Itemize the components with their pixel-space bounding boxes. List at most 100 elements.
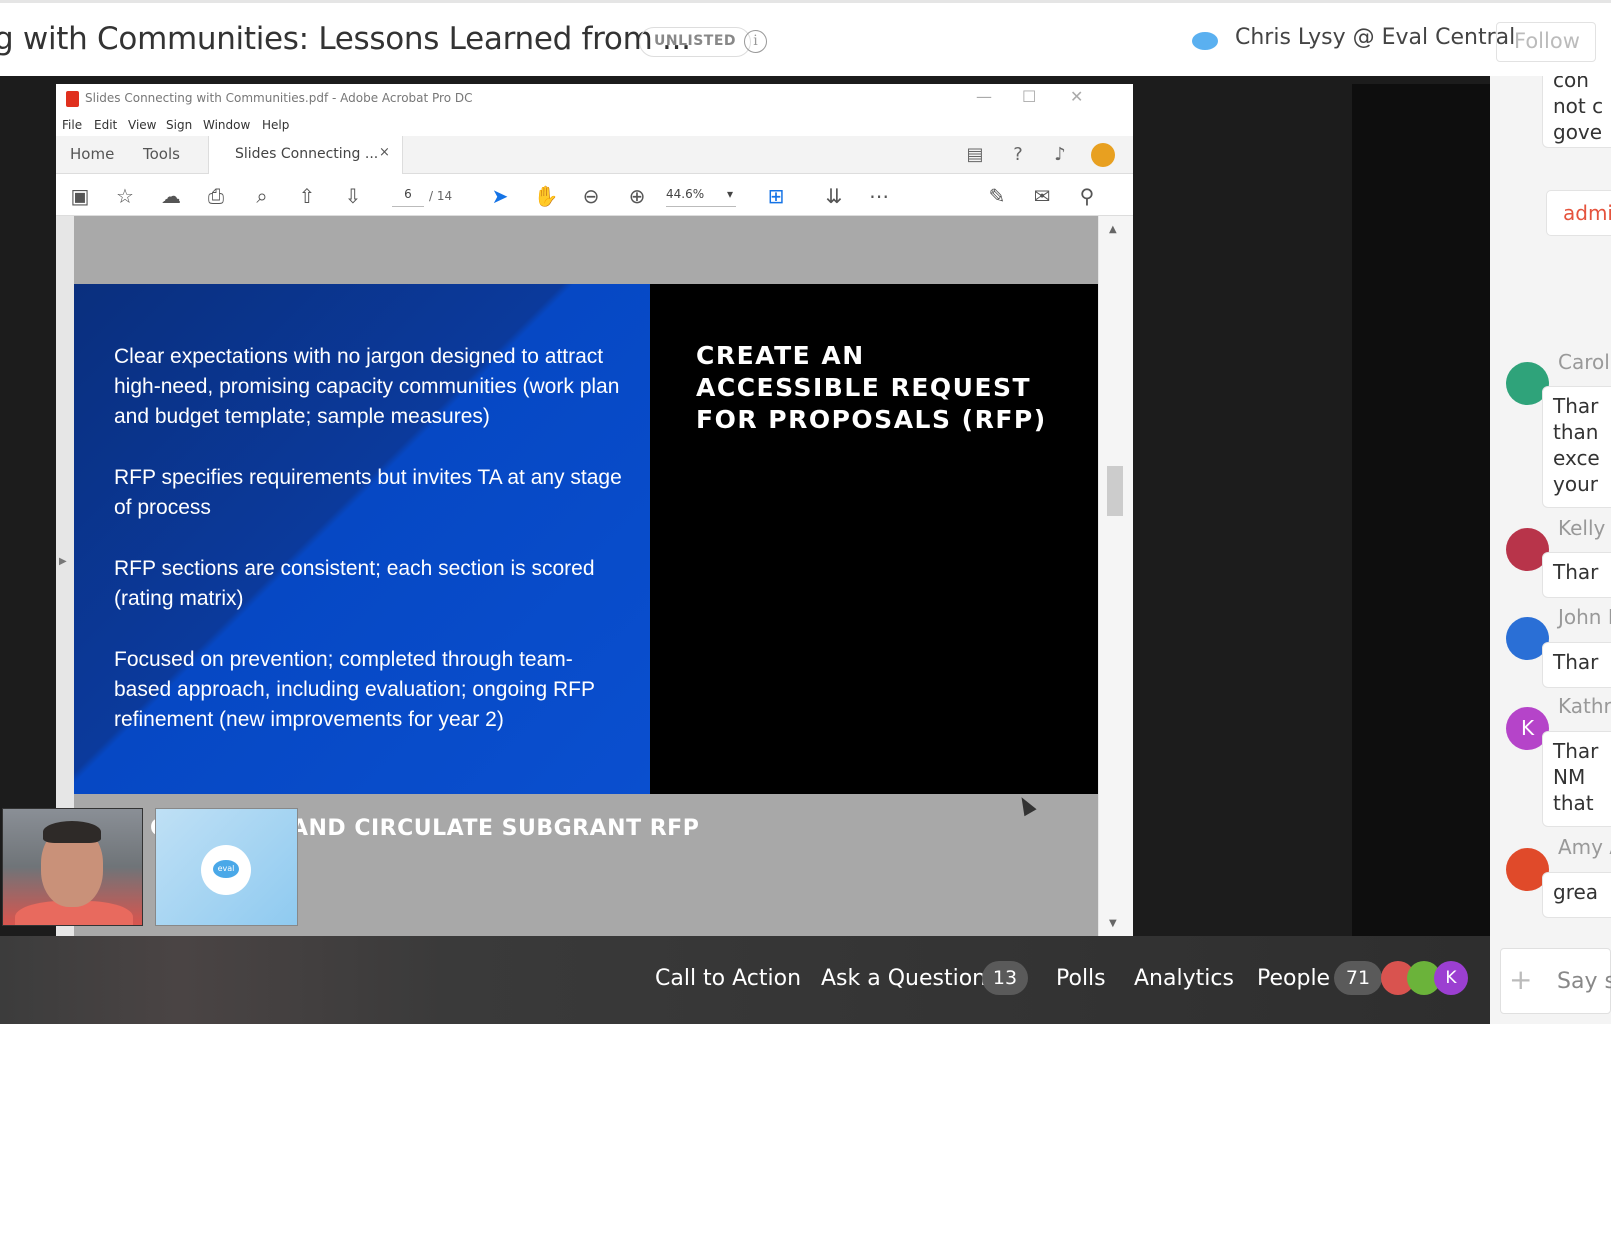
bottom-action-bar: Call to Action Ask a Question 13 Polls A… xyxy=(0,936,1490,1024)
hand-tool-icon[interactable]: ✋ xyxy=(533,183,559,209)
zoom-out-icon[interactable]: ⊖ xyxy=(578,183,604,209)
scroll-up-icon[interactable]: ▲ xyxy=(1109,224,1117,235)
left-panel-toggle-icon[interactable]: ▶ xyxy=(59,556,67,567)
slide-bullet: Focused on prevention; completed through… xyxy=(114,648,595,731)
acrobat-toolbar: ▣ ☆ ☁ ⎙ ⌕ ⇧ ⇩ 6 / 14 ➤ ✋ ⊖ ⊕ 44.6% ▾ ⊞ ⇊… xyxy=(56,174,1133,216)
page-total: / 14 xyxy=(429,189,453,203)
people-count-badge: 71 xyxy=(1334,961,1382,995)
menu-window[interactable]: Window xyxy=(203,118,250,132)
menu-edit[interactable]: Edit xyxy=(94,118,117,132)
slide-bullet: RFP specifies requirements but invites T… xyxy=(114,466,622,519)
ask-question-button[interactable]: Ask a Question xyxy=(821,966,986,991)
scrolling-mode-icon[interactable]: ⇊ xyxy=(821,183,847,209)
previous-page-area xyxy=(74,216,1098,284)
slide-heading: CREATE AN ACCESSIBLE REQUEST FOR PROPOSA… xyxy=(696,340,1047,436)
event-title: g with Communities: Lessons Learned from… xyxy=(0,21,691,57)
document-tab-label: Slides Connecting ... xyxy=(235,146,379,162)
add-attachment-icon[interactable]: + xyxy=(1509,963,1532,996)
polls-button[interactable]: Polls xyxy=(1056,966,1106,991)
maximize-icon[interactable]: ☐ xyxy=(1022,87,1036,106)
chat-username: Kathr xyxy=(1558,694,1611,718)
chat-message: Thar NM that xyxy=(1542,731,1611,827)
chat-input-placeholder: Say so xyxy=(1557,969,1611,994)
presenter-webcam[interactable] xyxy=(2,808,143,926)
share-user-icon[interactable]: ⚲ xyxy=(1074,183,1100,209)
email-icon[interactable]: ✉ xyxy=(1029,183,1055,209)
chat-message: Thar xyxy=(1542,642,1611,688)
tab-home[interactable]: Home xyxy=(70,145,114,163)
stage-side-panel xyxy=(1352,84,1490,936)
attendee-avatar[interactable]: K xyxy=(1434,961,1468,995)
acrobat-tab-bar: Home Tools Slides Connecting ... × ▤ ? ♪ xyxy=(56,136,1133,175)
scrollbar-thumb[interactable] xyxy=(1107,466,1123,516)
chat-message: con not c gove xyxy=(1542,76,1611,148)
chat-username: Amy A xyxy=(1558,835,1611,859)
page-number-input[interactable]: 6 xyxy=(392,187,424,207)
vertical-scrollbar[interactable]: ▲ ▼ xyxy=(1099,216,1133,936)
eval-central-tile-logo: eval xyxy=(201,845,251,895)
sign-pen-icon[interactable]: ✎ xyxy=(984,183,1010,209)
acrobat-titlebar: Slides Connecting with Communities.pdf -… xyxy=(56,84,1133,114)
chat-message: Thar than exce your xyxy=(1542,386,1611,508)
pdf-file-icon xyxy=(66,91,79,107)
slide-heading-line: FOR PROPOSALS (RFP) xyxy=(696,405,1047,434)
zoom-value: 44.6% xyxy=(666,187,705,201)
speech-bubble-icon: eval xyxy=(213,860,239,878)
next-page-icon[interactable]: ⇩ xyxy=(340,183,366,209)
save-icon[interactable]: ▣ xyxy=(67,183,93,209)
more-tools-icon[interactable]: ⋯ xyxy=(866,183,892,209)
slide-heading-line: ACCESSIBLE REQUEST xyxy=(696,373,1032,402)
chevron-down-icon: ▾ xyxy=(727,187,734,201)
zoom-in-icon[interactable]: ⊕ xyxy=(624,183,650,209)
minimize-icon[interactable]: — xyxy=(976,87,992,106)
chat-username: Caroli xyxy=(1558,350,1611,374)
unlisted-badge: UNLISTED xyxy=(639,27,752,57)
admin-label: admin xyxy=(1546,190,1611,236)
acrobat-menu-bar: File Edit View Sign Window Help xyxy=(56,114,1133,136)
comment-icon[interactable]: ▤ xyxy=(963,143,987,167)
chat-username: John E xyxy=(1558,605,1611,629)
bell-icon[interactable]: ♪ xyxy=(1048,143,1072,167)
chat-username: Kelly C xyxy=(1558,516,1611,540)
call-to-action-button[interactable]: Call to Action xyxy=(655,966,801,991)
slide-heading-line: CREATE AN xyxy=(696,341,865,370)
select-cursor-icon[interactable]: ➤ xyxy=(487,183,513,209)
chat-message: grea xyxy=(1542,872,1611,918)
menu-view[interactable]: View xyxy=(128,118,156,132)
eval-central-logo xyxy=(1192,32,1218,50)
menu-help[interactable]: Help xyxy=(262,118,289,132)
acrobat-window-title: Slides Connecting with Communities.pdf -… xyxy=(85,91,473,105)
fit-page-icon[interactable]: ⊞ xyxy=(763,183,789,209)
host-name-link[interactable]: Chris Lysy @ Eval Central xyxy=(1235,25,1515,50)
chat-message: Thar xyxy=(1542,552,1611,598)
info-icon[interactable]: i xyxy=(744,30,767,53)
question-count-badge: 13 xyxy=(982,961,1028,995)
help-icon[interactable]: ? xyxy=(1006,143,1030,167)
follow-button[interactable]: Follow xyxy=(1496,22,1596,62)
slide-bullet: Clear expectations with no jargon design… xyxy=(114,345,620,428)
chat-input[interactable]: + Say so xyxy=(1500,948,1611,1014)
bookmark-star-icon[interactable]: ☆ xyxy=(112,183,138,209)
upload-cloud-icon[interactable]: ☁ xyxy=(158,183,184,209)
menu-sign[interactable]: Sign xyxy=(166,118,192,132)
event-header: g with Communities: Lessons Learned from… xyxy=(0,0,1611,76)
tab-document[interactable]: Slides Connecting ... × xyxy=(208,136,403,175)
analytics-button[interactable]: Analytics xyxy=(1134,966,1234,991)
people-button[interactable]: People xyxy=(1257,966,1330,991)
slide-bullets: Clear expectations with no jargon design… xyxy=(114,342,624,766)
close-tab-icon[interactable]: × xyxy=(379,145,390,160)
presenter-hair xyxy=(43,821,101,843)
tab-tools[interactable]: Tools xyxy=(143,145,180,163)
print-icon[interactable]: ⎙ xyxy=(203,183,229,209)
current-slide: Clear expectations with no jargon design… xyxy=(74,284,1098,794)
account-avatar-icon[interactable] xyxy=(1091,143,1115,167)
menu-file[interactable]: File xyxy=(62,118,82,132)
previous-page-icon[interactable]: ⇧ xyxy=(294,183,320,209)
chat-panel: con not c gove admin Caroli Thar than ex… xyxy=(1490,76,1611,1024)
scroll-down-icon[interactable]: ▼ xyxy=(1109,918,1117,929)
zoom-level-select[interactable]: 44.6% ▾ xyxy=(666,187,736,207)
close-window-icon[interactable]: ✕ xyxy=(1070,87,1083,106)
find-zoom-icon[interactable]: ⌕ xyxy=(249,183,275,209)
slide-bullet: RFP sections are consistent; each sectio… xyxy=(114,557,595,610)
eval-central-webcam-tile[interactable]: eval xyxy=(155,808,298,926)
